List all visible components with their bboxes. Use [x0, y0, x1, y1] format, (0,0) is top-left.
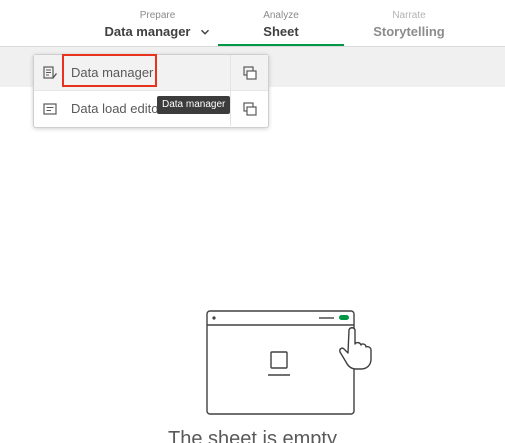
open-new-tab-icon[interactable]: [243, 101, 257, 116]
menu-item-divider: [230, 55, 231, 90]
active-tab-indicator: [218, 44, 344, 46]
nav-narrate-label: Storytelling: [373, 24, 445, 39]
nav-prepare[interactable]: Prepare Data manager: [100, 0, 215, 46]
data-load-editor-icon: [43, 102, 57, 115]
prepare-dropdown-menu: Data manager Data load edito: [33, 54, 269, 128]
menu-item-data-load-editor[interactable]: Data load edito: [34, 91, 268, 126]
nav-narrate-sublabel: Narrate: [392, 10, 426, 21]
open-new-tab-icon[interactable]: [243, 65, 257, 80]
nav-analyze-sublabel: Analyze: [263, 10, 299, 21]
chevron-down-icon[interactable]: [200, 27, 210, 37]
nav-prepare-label: Data manager: [104, 24, 191, 39]
browser-window-graphic: [206, 310, 355, 415]
nav-narrate[interactable]: Narrate Storytelling: [346, 0, 472, 46]
menu-item-label: Data load edito: [71, 101, 159, 116]
menu-item-label: Data manager: [71, 65, 154, 80]
nav-analyze-label: Sheet: [263, 24, 299, 39]
menu-item-divider: [230, 91, 231, 126]
menu-item-data-manager[interactable]: Data manager: [34, 55, 268, 91]
data-manager-icon: [43, 65, 57, 79]
nav-analyze[interactable]: Analyze Sheet: [218, 0, 344, 46]
nav-prepare-sublabel: Prepare: [139, 10, 176, 21]
nav-prepare-label-row: Data manager: [105, 24, 211, 40]
tooltip: Data manager: [157, 96, 231, 114]
empty-sheet-title: The sheet is empty: [168, 428, 337, 443]
top-navigation-bar: Prepare Data manager Analyze Sheet Narra…: [0, 0, 505, 47]
empty-sheet-illustration: [206, 310, 372, 415]
app-root: Prepare Data manager Analyze Sheet Narra…: [0, 0, 505, 443]
